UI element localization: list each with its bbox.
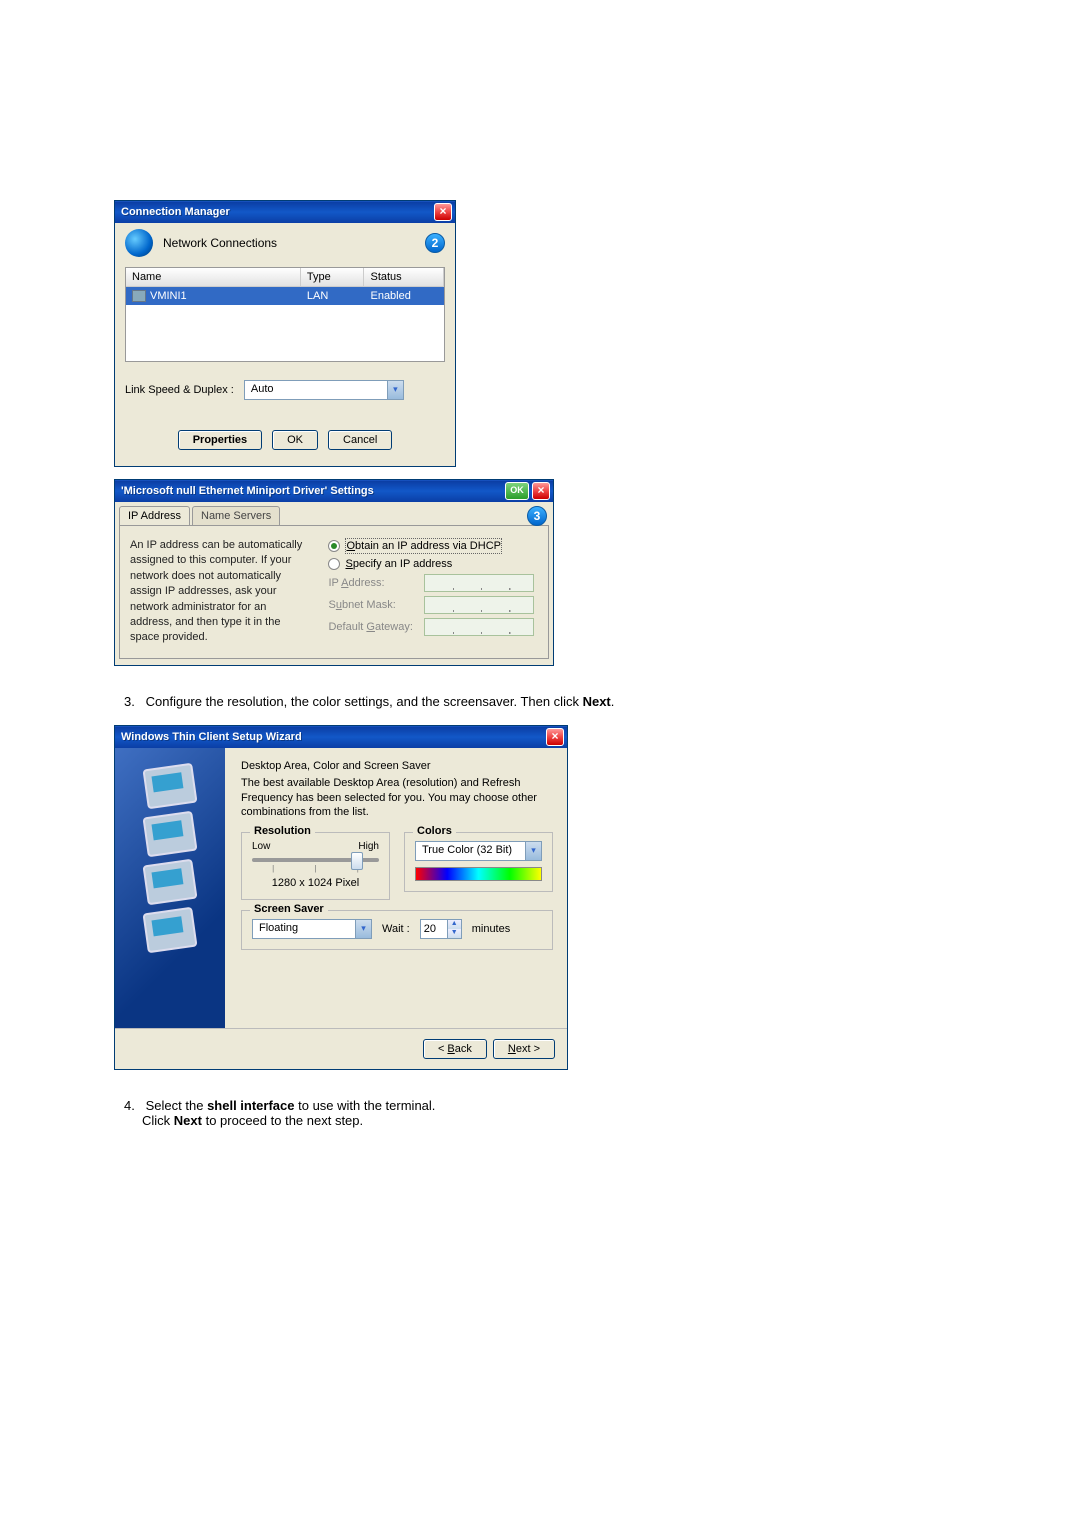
wait-spinner[interactable]: ▲ ▼ [420,919,462,939]
back-button[interactable]: < Back [423,1039,487,1059]
ip-help-text: An IP address can be automatically assig… [130,538,308,646]
resolution-slider[interactable] [252,858,379,862]
wiz-sidebar [115,748,225,1028]
subnet-mask-label: Subnet Mask: [328,599,418,611]
screensaver-fieldset: Screen Saver Floating ▾ Wait : ▲ ▼ [241,910,553,950]
properties-button[interactable]: Properties [178,430,262,450]
monitor-icon [142,762,197,809]
driver-settings-window: 'Microsoft null Ethernet Miniport Driver… [114,479,554,666]
wait-unit: minutes [472,923,511,935]
row-name: VMINI1 [150,290,187,302]
slider-high-label: High [358,841,379,852]
nic-icon [132,290,146,302]
link-speed-dropdown[interactable]: Auto ▾ [244,380,404,400]
resolution-fieldset: Resolution Low High ||| 1280 x 1024 Pixe… [241,832,390,900]
table-row[interactable]: VMINI1 LAN Enabled [126,287,444,305]
monitor-icon [142,858,197,905]
col-type[interactable]: Type [301,268,365,287]
close-icon[interactable]: × [532,482,550,500]
step-badge-3: 3 [527,506,547,526]
drv-titlebar: 'Microsoft null Ethernet Miniport Driver… [115,480,553,502]
ok-button[interactable]: OK [272,430,318,450]
wait-label: Wait : [382,923,410,935]
cm-titlebar: Connection Manager × [115,201,455,223]
default-gateway-label: Default Gateway: [328,621,418,633]
resolution-value: 1280 x 1024 Pixel [252,877,379,889]
slider-thumb[interactable] [351,852,363,870]
radio-dhcp-label: Obtain an IP address via DHCP [345,538,502,554]
cm-header: Network Connections 2 [115,223,455,263]
connections-table: Name Type Status VMINI1 LAN Enabled [125,267,445,362]
setup-wizard-window: Windows Thin Client Setup Wizard × Deskt… [114,725,568,1070]
resolution-legend: Resolution [250,825,315,837]
cm-title: Connection Manager [121,206,434,218]
subnet-mask-input[interactable] [424,596,534,614]
link-speed-value: Auto [245,381,387,399]
wiz-desc: The best available Desktop Area (resolut… [241,776,553,821]
wiz-title: Windows Thin Client Setup Wizard [121,731,546,743]
step-badge-2: 2 [425,233,445,253]
connection-manager-window: Connection Manager × Network Connections… [114,200,456,467]
monitor-icon [142,810,197,857]
ip-address-label: IP Address: [328,577,418,589]
chevron-down-icon[interactable]: ▾ [355,920,371,938]
screensaver-legend: Screen Saver [250,903,328,915]
ip-tab-panel: An IP address can be automatically assig… [119,525,549,659]
tab-name-servers[interactable]: Name Servers [192,506,280,525]
wiz-heading: Desktop Area, Color and Screen Saver [241,760,553,772]
col-name[interactable]: Name [126,268,301,287]
screensaver-value: Floating [253,920,355,938]
network-globe-icon [125,229,153,257]
radio-specify-label: Specify an IP address [345,558,452,570]
spinner-down-icon[interactable]: ▼ [447,929,461,938]
ip-address-input[interactable] [424,574,534,592]
color-spectrum-bar [415,867,542,881]
slider-low-label: Low [252,841,270,852]
row-type: LAN [301,287,365,305]
row-status: Enabled [364,287,444,305]
table-header: Name Type Status [126,268,444,287]
tab-ip-address[interactable]: IP Address [119,506,190,525]
next-button[interactable]: Next > [493,1039,555,1059]
drv-title: 'Microsoft null Ethernet Miniport Driver… [121,485,505,497]
col-status[interactable]: Status [364,268,444,287]
screensaver-dropdown[interactable]: Floating ▾ [252,919,372,939]
step-3-instruction: 3. Configure the resolution, the color s… [124,694,966,709]
spinner-up-icon[interactable]: ▲ [447,920,461,929]
chevron-down-icon[interactable]: ▾ [387,381,403,399]
cm-header-label: Network Connections [163,236,425,250]
default-gateway-input[interactable] [424,618,534,636]
monitor-icon [142,906,197,953]
colors-dropdown[interactable]: True Color (32 Bit) ▾ [415,841,542,861]
wiz-titlebar: Windows Thin Client Setup Wizard × [115,726,567,748]
step-4-instruction: 4. Select the shell interface to use wit… [124,1098,966,1128]
wait-input[interactable] [421,920,447,938]
colors-legend: Colors [413,825,456,837]
link-speed-label: Link Speed & Duplex : [125,384,234,396]
close-icon[interactable]: × [546,728,564,746]
chevron-down-icon[interactable]: ▾ [525,842,541,860]
close-icon[interactable]: × [434,203,452,221]
colors-value: True Color (32 Bit) [416,842,525,860]
cancel-button[interactable]: Cancel [328,430,392,450]
radio-dhcp[interactable] [328,540,340,552]
titlebar-ok-button[interactable]: OK [505,482,529,500]
radio-specify[interactable] [328,558,340,570]
colors-fieldset: Colors True Color (32 Bit) ▾ [404,832,553,892]
